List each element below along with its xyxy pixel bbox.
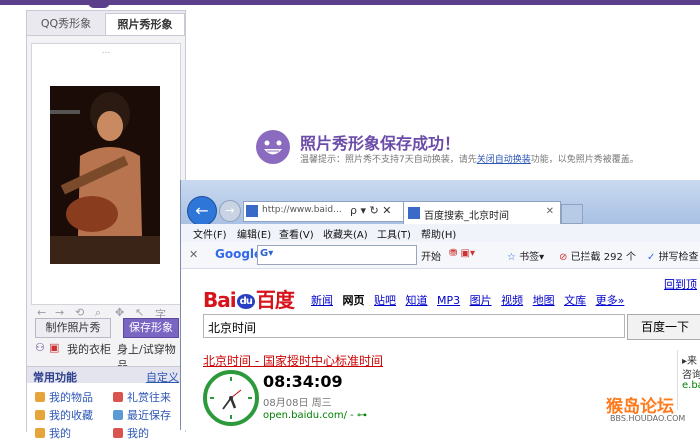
menu-file[interactable]: 文件(F) [193,226,227,241]
nav-tieba[interactable]: 贴吧 [374,294,396,307]
result-time: 08:34:09 [263,372,343,391]
nav-mp3[interactable]: MP3 [437,294,460,307]
nav-news[interactable]: 新闻 [311,294,333,307]
wardrobe-links: ⚇ ▣ 我的衣柜 身上/试穿物品 [31,340,181,372]
baidu-logo[interactable]: Bai du 百度 [203,284,295,313]
baidu-search-button[interactable]: 百度一下 [627,314,700,340]
result-url[interactable]: open.baidu.com/ - ⊶ [263,410,367,421]
google-search-prefix: G▾ [260,248,274,259]
baidu-tab-icon [408,207,420,219]
search-query: 北京时间 [208,321,257,335]
close-toolbar-icon[interactable]: ✕ [189,248,198,261]
close-tab-icon[interactable]: ✕ [546,206,554,217]
nav-more[interactable]: 更多» [596,294,625,307]
nav-zhidao[interactable]: 知道 [406,294,428,307]
block-icon: ⊘ [559,252,571,263]
bookmarks-button[interactable]: ☆ 书签▾ [507,248,544,263]
site-icon [246,205,258,217]
nav-video[interactable]: 视频 [501,294,523,307]
browser-tab[interactable]: 百度搜索_北京时间 ✕ [403,201,561,225]
success-title: 照片秀形象保存成功！ [300,134,461,153]
star-icon: ☆ [507,252,520,263]
nav-wenku[interactable]: 文库 [564,294,586,307]
nav-web[interactable]: 网页 [343,294,365,307]
customize-link[interactable]: 自定义 [146,369,179,385]
top-bar-notch [88,0,110,8]
google-go-button[interactable]: 开始 [421,248,441,263]
item-icon [35,392,45,402]
toolbar-icons[interactable]: ⛃ ▣▾ [449,248,475,259]
save-avatar-button[interactable]: 保存形象 [123,318,179,338]
menu-edit[interactable]: 编辑(E) [237,226,271,241]
gift-icon [113,392,123,402]
back-to-top-link[interactable]: 回到顶 [664,276,697,292]
wardrobe-link[interactable]: 我的衣柜 [67,341,111,357]
baidu-nav: 新闻 网页 贴吧 知道 MP3 图片 视频 地图 文库 更多» [311,292,630,308]
function-item[interactable]: 我的 [35,425,71,441]
nav-map[interactable]: 地图 [533,294,555,307]
back-button[interactable]: ← [187,196,217,226]
success-tip: 温馨提示：照片秀不支持7天自动换装，请先关闭自动换装功能，以免照片秀被覆盖。 [300,155,639,165]
address-text: http://www.baid... [262,205,342,215]
menu-help[interactable]: 帮助(H) [421,226,456,241]
make-photo-show-button[interactable]: 制作照片秀 [35,318,111,338]
photo-frame-label: ... [101,46,111,56]
baidu-search-input[interactable]: 北京时间 [203,314,625,338]
menu-favorites[interactable]: 收藏夹(A) [323,226,368,241]
function-item[interactable]: 我的 [113,425,149,441]
function-item[interactable]: 最近保存 [113,407,171,423]
side-ad[interactable]: ▸来 咨询 e.ba [677,350,700,410]
forum-watermark-url: BBS.HOUDAO.COM [610,414,686,423]
avatar-panel: QQ秀形象 照片秀形象 ... ← → ⟲ ⌕ ✥ ↖ 字 制作照片秀 保存形象… [26,10,186,440]
favorite-icon [35,410,45,420]
common-functions-title: 常用功能 [33,371,77,384]
function-item[interactable]: 礼赏往来 [113,389,171,405]
common-functions: 常用功能 自定义 我的物品 礼赏往来 我的收藏 最近保存 我的 我的 [27,366,185,440]
popup-blocked-button[interactable]: ⊘ 已拦截 292 个 [559,248,636,263]
save-success-message: 照片秀形象保存成功！ 温馨提示：照片秀不支持7天自动换装，请先关闭自动换装功能，… [256,130,686,170]
guitarist-photo [50,86,160,264]
smiley-icon [256,130,290,164]
tab-title: 百度搜索_北京时间 [424,211,509,222]
spellcheck-button[interactable]: ✓ 拼写检查 [647,248,699,263]
result-title-link[interactable]: 北京时间 - 国家授时中心标准时间 [203,352,383,369]
function-item[interactable]: 我的物品 [35,389,93,405]
google-toolbar: ✕ Google G▾ 开始 ⛃ ▣▾ ☆ 书签▾ ⊘ 已拦截 292 个 ✓ … [181,242,700,269]
nav-images[interactable]: 图片 [470,294,492,307]
recent-icon [113,410,123,420]
menu-tools[interactable]: 工具(T) [377,226,411,241]
tab-photo-show[interactable]: 照片秀形象 [105,13,185,35]
function-item[interactable]: 我的收藏 [35,407,93,423]
photo-frame: ... [31,43,181,305]
tab-qq-show[interactable]: QQ秀形象 [29,13,103,34]
person-icon: ⚇ [35,341,45,354]
google-search-input[interactable]: G▾ [257,245,417,265]
address-bar[interactable]: http://www.baid... ρ ▾ ↻ ✕ [243,201,405,222]
new-tab-button[interactable] [561,204,583,224]
address-controls[interactable]: ρ ▾ ↻ ✕ [350,204,391,217]
abc-icon: ✓ [647,252,659,263]
bag-icon: ▣ [49,341,60,354]
avatar-tabs: QQ秀形象 照片秀形象 [27,11,185,36]
clock-icon [203,370,259,426]
common-functions-header: 常用功能 自定义 [27,367,185,385]
browser-titlebar: ← → http://www.baid... ρ ▾ ↻ ✕ 百度搜索_北京时间… [181,180,700,226]
menu-view[interactable]: 查看(V) [279,226,314,241]
disable-auto-change-link[interactable]: 关闭自动换装 [477,155,531,165]
google-logo: Google [215,247,263,261]
menu-bar: 文件(F) 编辑(E) 查看(V) 收藏夹(A) 工具(T) 帮助(H) [181,224,700,243]
result-date: 08月08日 周三 [263,398,332,409]
forward-button[interactable]: → [219,200,241,222]
